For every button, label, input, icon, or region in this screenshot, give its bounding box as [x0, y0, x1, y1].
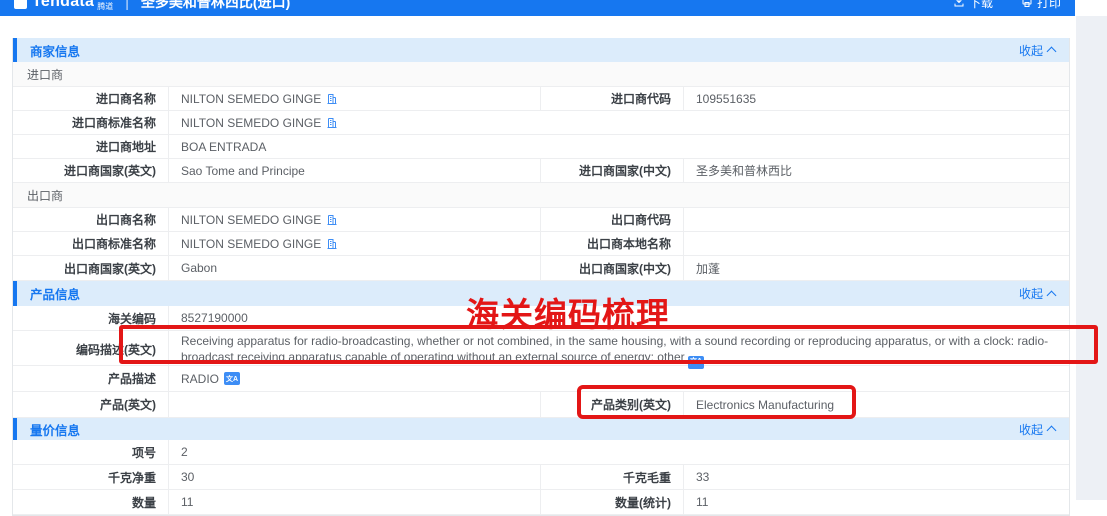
field-value: 30 [169, 465, 541, 489]
brand-logo: Tendata [32, 0, 94, 11]
field-value: 8527190000 [169, 306, 1069, 330]
field-value: NILTON SEMEDO GINGE [169, 87, 541, 110]
page-title: 圣多美和普林西比(进口) [141, 0, 290, 12]
print-icon [1021, 0, 1033, 8]
table-row: 编码描述(英文) Receiving apparatus for radio-b… [13, 331, 1069, 366]
field-label: 出口商名称 [13, 208, 169, 231]
field-label: 进口商国家(中文) [541, 159, 684, 182]
collapse-button-product[interactable]: 收起 [1019, 285, 1069, 302]
field-label: 出口商国家(中文) [541, 256, 684, 280]
table-row: 进口商名称 NILTON SEMEDO GINGE 进口商代码 10955163… [13, 87, 1069, 111]
field-value: Sao Tome and Principe [169, 159, 541, 182]
field-value: 11 [684, 490, 1071, 514]
chevron-up-icon [1047, 47, 1057, 57]
table-row: 千克净重 30 千克毛重 33 [13, 465, 1069, 490]
field-value: 圣多美和普林西比 [684, 159, 1071, 182]
detail-panel: 商家信息 收起 进口商 进口商名称 NILTON SEMEDO GINGE 进口… [12, 38, 1070, 516]
field-value [169, 392, 541, 417]
section-accent-bar [13, 281, 17, 306]
print-button[interactable]: 打印 [1021, 0, 1061, 11]
section-accent-bar [13, 38, 17, 62]
field-value: BOA ENTRADA [169, 135, 1069, 158]
field-label: 进口商国家(英文) [13, 159, 169, 182]
field-value: 109551635 [684, 87, 1071, 110]
company-profile-icon[interactable] [326, 238, 338, 250]
table-row: 海关编码 8527190000 [13, 306, 1069, 331]
section-header-qty-price: 量价信息 收起 [13, 418, 1069, 440]
download-icon [953, 0, 965, 8]
field-label: 产品描述 [13, 366, 169, 391]
field-label: 产品(英文) [13, 392, 169, 417]
field-label: 产品类别(英文) [541, 392, 684, 417]
subsection-importer: 进口商 [13, 62, 1069, 87]
section-accent-bar [13, 418, 17, 440]
field-label: 出口商标准名称 [13, 232, 169, 255]
field-label: 进口商标准名称 [13, 111, 169, 134]
translate-icon[interactable]: 文A [224, 372, 240, 385]
table-row: 进口商国家(英文) Sao Tome and Principe 进口商国家(中文… [13, 159, 1069, 183]
section-title: 产品信息 [13, 284, 80, 303]
field-value: Receiving apparatus for radio-broadcasti… [169, 331, 1069, 369]
field-value: Electronics Manufacturing [684, 392, 1071, 417]
company-profile-icon[interactable] [326, 93, 338, 105]
table-row: 出口商国家(英文) Gabon 出口商国家(中文) 加蓬 [13, 256, 1069, 281]
section-header-product: 产品信息 收起 [13, 281, 1069, 306]
field-value: 2 [169, 440, 1069, 464]
field-label: 千克毛重 [541, 465, 684, 489]
table-row: 项号 2 [13, 440, 1069, 465]
field-value [684, 232, 1071, 255]
company-profile-icon[interactable] [326, 117, 338, 129]
field-label: 进口商名称 [13, 87, 169, 110]
table-row: 产品(英文) 产品类别(英文) Electronics Manufacturin… [13, 392, 1069, 418]
field-label: 进口商地址 [13, 135, 169, 158]
field-label: 项号 [13, 440, 169, 464]
brand-logo-sub: 腾道 [97, 1, 113, 16]
field-label: 出口商国家(英文) [13, 256, 169, 280]
field-value: Gabon [169, 256, 541, 280]
field-value: 33 [684, 465, 1071, 489]
tendata-logo-icon [14, 0, 27, 9]
top-header-bar: Tendata 腾道 | 圣多美和普林西比(进口) 下载 打印 [0, 0, 1075, 16]
field-label: 出口商代码 [541, 208, 684, 231]
field-label: 数量 [13, 490, 169, 514]
section-title: 量价信息 [13, 420, 80, 439]
table-row: 进口商地址 BOA ENTRADA [13, 135, 1069, 159]
company-profile-icon[interactable] [326, 214, 338, 226]
table-row: 出口商标准名称 NILTON SEMEDO GINGE 出口商本地名称 [13, 232, 1069, 256]
field-value: 11 [169, 490, 541, 514]
field-value: RADIO 文A [169, 366, 1069, 391]
table-row: 进口商标准名称 NILTON SEMEDO GINGE [13, 111, 1069, 135]
field-label: 千克净重 [13, 465, 169, 489]
table-row: 出口商名称 NILTON SEMEDO GINGE 出口商代码 [13, 208, 1069, 232]
header-divider: | [125, 0, 129, 10]
section-title: 商家信息 [13, 41, 80, 60]
collapse-button-qty-price[interactable]: 收起 [1019, 421, 1069, 438]
download-button[interactable]: 下载 [953, 0, 993, 11]
chevron-up-icon [1047, 426, 1057, 436]
field-value: 加蓬 [684, 256, 1071, 280]
table-row: 数量 11 数量(统计) 11 [13, 490, 1069, 515]
field-value: NILTON SEMEDO GINGE [169, 111, 1069, 134]
subsection-exporter: 出口商 [13, 183, 1069, 208]
section-header-merchant: 商家信息 收起 [13, 38, 1069, 62]
field-label: 数量(统计) [541, 490, 684, 514]
field-label: 进口商代码 [541, 87, 684, 110]
field-label: 编码描述(英文) [13, 331, 169, 369]
collapse-button-merchant[interactable]: 收起 [1019, 42, 1069, 59]
field-label: 出口商本地名称 [541, 232, 684, 255]
chevron-up-icon [1047, 290, 1057, 300]
page-right-margin [1076, 16, 1107, 500]
field-value: NILTON SEMEDO GINGE [169, 208, 541, 231]
field-value: NILTON SEMEDO GINGE [169, 232, 541, 255]
field-value [684, 208, 1071, 231]
table-row: 产品描述 RADIO 文A [13, 366, 1069, 392]
subsection-label: 进口商 [27, 66, 63, 83]
field-label: 海关编码 [13, 306, 169, 330]
subsection-label: 出口商 [27, 187, 63, 204]
